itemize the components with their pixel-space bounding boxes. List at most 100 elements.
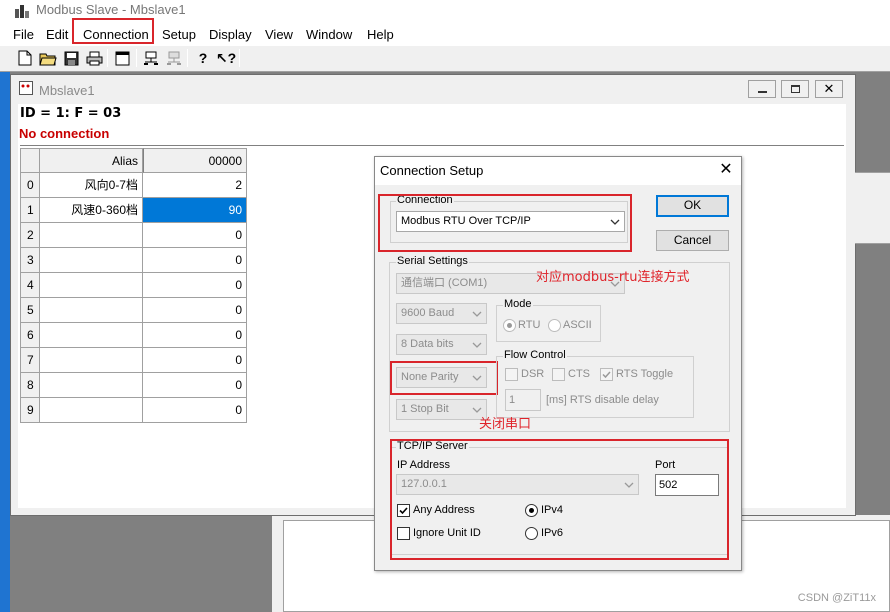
cts-checkbox[interactable]	[552, 368, 565, 381]
value-cell-selected[interactable]: 90	[143, 198, 247, 223]
value-cell[interactable]: 0	[143, 373, 247, 398]
cts-label: CTS	[568, 368, 590, 380]
row-header: 2	[20, 223, 40, 248]
value-cell[interactable]: 0	[143, 348, 247, 373]
rts-toggle-checkbox[interactable]	[600, 368, 613, 381]
value-cell[interactable]: 0	[143, 398, 247, 423]
row-header: 4	[20, 273, 40, 298]
radio-dot	[507, 323, 512, 328]
mode-rtu-label: RTU	[518, 319, 541, 331]
flow-control-label: Flow Control	[503, 349, 567, 361]
dsr-label: DSR	[521, 368, 545, 380]
value-cell[interactable]: 0	[143, 223, 247, 248]
child-window-icon	[19, 81, 33, 95]
ok-button[interactable]: OK	[656, 195, 729, 217]
row-header: 7	[20, 348, 40, 373]
rts-toggle-label: RTS Toggle	[616, 368, 674, 380]
minimize-icon	[758, 91, 767, 93]
maximize-icon	[791, 85, 800, 93]
alias-cell[interactable]	[40, 248, 143, 273]
minimize-button[interactable]	[748, 80, 776, 98]
row-header: 9	[20, 398, 40, 423]
alias-cell[interactable]	[40, 373, 143, 398]
modbus-app-icon	[15, 5, 29, 18]
rts-delay-input[interactable]: 1	[505, 389, 541, 411]
connection-highlight	[378, 194, 632, 252]
maximize-button[interactable]	[781, 80, 809, 98]
stop-bit-value: 1 Stop Bit	[401, 403, 449, 415]
dialog-close-icon[interactable]: ✕	[714, 160, 738, 180]
toolbar-separator	[136, 49, 137, 67]
rts-delay-label: [ms] RTS disable delay	[546, 394, 659, 406]
row-header: 6	[20, 323, 40, 348]
row-header: 1	[20, 198, 40, 223]
dsr-checkbox[interactable]	[505, 368, 518, 381]
alias-cell[interactable]	[40, 348, 143, 373]
serial-port-value: 通信端口 (COM1)	[401, 277, 488, 289]
alias-cell[interactable]	[40, 323, 143, 348]
toolbar-separator	[107, 49, 108, 67]
value-cell[interactable]: 0	[143, 248, 247, 273]
close-button[interactable]: ✕	[815, 80, 843, 98]
menu-help[interactable]: Help	[367, 26, 394, 44]
alias-cell[interactable]	[40, 273, 143, 298]
dialog-title: Connection Setup	[380, 163, 484, 178]
menu-display[interactable]: Display	[209, 26, 252, 44]
row-header: 8	[20, 373, 40, 398]
rtu-annotation: 对应modbus-rtu连接方式	[536, 270, 690, 285]
new-file-icon[interactable]	[14, 47, 36, 69]
mode-label: Mode	[503, 298, 533, 310]
baud-rate-select[interactable]: 9600 Baud	[396, 303, 487, 324]
menu-window[interactable]: Window	[306, 26, 352, 44]
stop-bit-select[interactable]: 1 Stop Bit	[396, 399, 487, 420]
column-header-00000[interactable]: 00000	[143, 148, 247, 173]
serial-annotation: 关闭串口	[479, 417, 532, 432]
alias-header[interactable]: Alias	[40, 148, 143, 173]
disconnect-icon[interactable]	[163, 47, 185, 69]
value-cell[interactable]: 2	[143, 173, 247, 198]
toolbar-separator	[239, 49, 240, 67]
baud-rate-value: 9600 Baud	[401, 307, 455, 319]
alias-cell[interactable]	[40, 223, 143, 248]
menu-edit[interactable]: Edit	[46, 26, 68, 44]
parity-highlight	[390, 361, 498, 395]
chevron-down-icon	[472, 311, 482, 317]
mode-ascii-radio[interactable]	[548, 319, 561, 332]
connection-status: No connection	[19, 126, 110, 141]
data-bits-value: 8 Data bits	[401, 338, 454, 350]
alias-cell[interactable]	[40, 398, 143, 423]
tcpip-highlight	[390, 439, 729, 560]
toolbar-separator	[187, 49, 188, 67]
window-icon[interactable]	[111, 47, 133, 69]
app-title: Modbus Slave - Mbslave1	[36, 2, 186, 17]
alias-cell[interactable]	[40, 298, 143, 323]
check-icon	[602, 371, 611, 379]
help-icon[interactable]: ?	[192, 47, 214, 69]
row-header: 3	[20, 248, 40, 273]
save-disk-icon[interactable]	[60, 47, 82, 69]
value-cell[interactable]: 0	[143, 273, 247, 298]
grid-corner	[20, 148, 40, 173]
context-help-icon[interactable]: ↖?	[215, 47, 237, 69]
alias-cell[interactable]: 风向0-7档	[40, 173, 143, 198]
alias-cell[interactable]: 风速0-360档	[40, 198, 143, 223]
mode-rtu-radio[interactable]	[503, 319, 516, 332]
chevron-down-icon	[472, 342, 482, 348]
value-cell[interactable]: 0	[143, 323, 247, 348]
desktop-strip	[0, 72, 10, 612]
menu-setup[interactable]: Setup	[162, 26, 196, 44]
print-icon[interactable]	[83, 47, 105, 69]
connect-icon[interactable]	[140, 47, 162, 69]
open-folder-icon[interactable]	[37, 47, 59, 69]
close-icon: ✕	[823, 81, 835, 96]
background-window-edge	[855, 172, 890, 244]
cancel-button[interactable]: Cancel	[656, 230, 729, 251]
data-bits-select[interactable]: 8 Data bits	[396, 334, 487, 355]
mode-ascii-label: ASCII	[563, 319, 592, 331]
value-cell[interactable]: 0	[143, 298, 247, 323]
serial-settings-label: Serial Settings	[396, 255, 469, 267]
menu-view[interactable]: View	[265, 26, 293, 44]
row-header: 0	[20, 173, 40, 198]
menu-file[interactable]: File	[13, 26, 34, 44]
grid-divider	[20, 145, 844, 146]
